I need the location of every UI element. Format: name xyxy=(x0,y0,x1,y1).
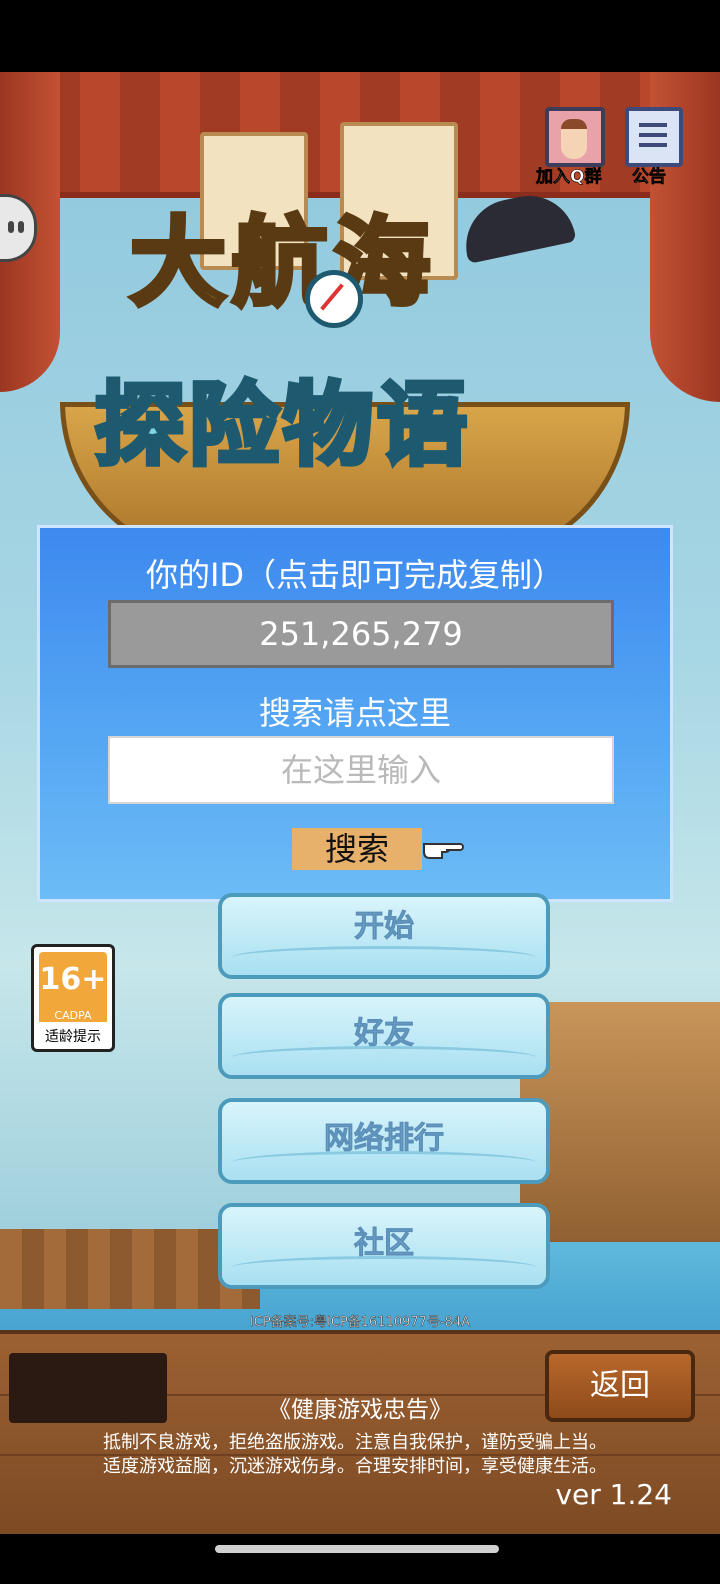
background-ship xyxy=(520,1002,720,1262)
age-rating-org: CADPA xyxy=(39,1009,107,1022)
player-id-display[interactable]: 251,265,279 xyxy=(108,600,614,668)
avatar-icon xyxy=(561,119,587,159)
start-button-label: 开始 xyxy=(354,909,415,945)
compass-icon xyxy=(305,270,363,328)
search-button[interactable]: 搜索 xyxy=(292,828,422,870)
icp-license: ICP备案号:粤ICP备16110977号-84A xyxy=(249,1315,471,1331)
community-button[interactable]: 社区 xyxy=(218,1203,550,1289)
start-button[interactable]: 开始 xyxy=(218,893,550,979)
join-group-icon[interactable] xyxy=(545,107,605,167)
age-rating-badge: 16+ CADPA 适龄提示 xyxy=(31,944,115,1052)
id-panel-title[interactable]: 你的ID（点击即可完成复制） xyxy=(40,550,670,596)
pointing-hand-icon xyxy=(423,843,464,859)
home-indicator[interactable] xyxy=(215,1545,499,1553)
health-notice-line1: 抵制不良游戏，拒绝盗版游戏。注意自我保护，谨防受骗上当。 xyxy=(103,1432,607,1453)
health-notice-title: 《健康游戏忠告》 xyxy=(268,1397,452,1423)
age-rating-tip: 适龄提示 xyxy=(45,1029,101,1045)
age-rating: 16+ xyxy=(39,952,107,1014)
game-logo-subtitle: 探险物语 xyxy=(93,371,471,481)
ranking-button[interactable]: 网络排行 xyxy=(218,1098,550,1184)
health-notice-line2: 适度游戏益脑，沉迷游戏伤身。合理安排时间，享受健康生活。 xyxy=(103,1456,607,1477)
search-label: 搜索请点这里 xyxy=(258,694,451,732)
id-search-panel: 你的ID（点击即可完成复制） 251,265,279 搜索请点这里 搜索 xyxy=(37,525,673,902)
game-logo-title: 大航海 xyxy=(128,205,436,322)
announcement-icon[interactable] xyxy=(625,107,683,167)
friends-button[interactable]: 好友 xyxy=(218,993,550,1079)
join-group-label[interactable]: 加入Q群 xyxy=(536,162,602,188)
version-label: ver 1.24 xyxy=(555,1478,672,1511)
search-input[interactable] xyxy=(108,736,614,804)
announcement-label[interactable]: 公告 xyxy=(632,162,667,188)
